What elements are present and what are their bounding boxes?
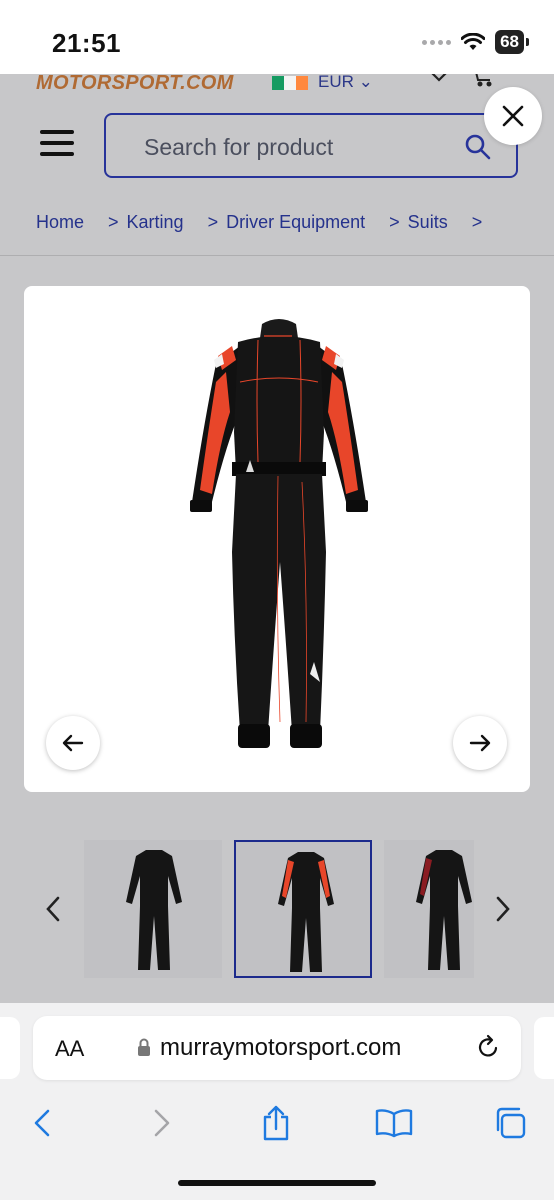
site-header-strip: MOTORSPORT.COM EUR ⌄ bbox=[0, 74, 554, 96]
thumbnail-next-icon[interactable] bbox=[490, 894, 514, 924]
race-suit-black-dark-red-thumbnail bbox=[416, 850, 472, 970]
reload-icon[interactable] bbox=[475, 1034, 501, 1060]
search-input[interactable]: Search for product bbox=[104, 113, 518, 178]
previous-tab-card[interactable] bbox=[0, 1017, 20, 1079]
thumbnail-carousel bbox=[0, 838, 554, 980]
thumbnail-1[interactable] bbox=[84, 840, 222, 978]
status-indicators: 68 bbox=[422, 30, 529, 54]
race-suit-black-thumbnail bbox=[126, 850, 182, 970]
browser-address-area: AA murraymotorsport.com bbox=[0, 1003, 554, 1091]
breadcrumb: Home > Karting > Driver Equipment > Suit… bbox=[36, 212, 490, 233]
breadcrumb-separator: > bbox=[389, 212, 400, 232]
text-size-button[interactable]: AA bbox=[55, 1036, 84, 1062]
close-gallery-button[interactable] bbox=[484, 87, 542, 145]
race-suit-black-red-thumbnail bbox=[278, 852, 334, 972]
breadcrumb-home[interactable]: Home bbox=[36, 212, 84, 233]
race-suit-image bbox=[190, 319, 368, 748]
arrow-right-icon bbox=[469, 734, 491, 752]
thumbnail-2-active[interactable] bbox=[234, 840, 372, 978]
bookmarks-button[interactable] bbox=[374, 1103, 414, 1143]
hamburger-menu-icon[interactable] bbox=[40, 130, 74, 160]
forward-button[interactable] bbox=[142, 1103, 182, 1143]
breadcrumb-suits[interactable]: Suits bbox=[408, 212, 448, 233]
url-text[interactable]: murraymotorsport.com bbox=[160, 1034, 401, 1062]
book-icon bbox=[375, 1109, 413, 1138]
next-image-button[interactable] bbox=[453, 716, 507, 770]
share-button[interactable] bbox=[256, 1103, 296, 1143]
site-logo[interactable]: MOTORSPORT.COM bbox=[36, 74, 234, 95]
breadcrumb-separator: > bbox=[471, 212, 483, 232]
cellular-signal-icon bbox=[422, 39, 452, 45]
status-time: 21:51 bbox=[52, 28, 121, 58]
breadcrumb-karting[interactable]: Karting bbox=[127, 212, 184, 233]
breadcrumb-separator: > bbox=[207, 212, 219, 232]
previous-image-button[interactable] bbox=[46, 716, 100, 770]
product-image-viewer[interactable] bbox=[24, 286, 530, 792]
breadcrumb-separator: > bbox=[108, 212, 119, 232]
status-bar: 21:51 68 bbox=[0, 0, 554, 74]
thumbnail-prev-icon[interactable] bbox=[42, 894, 66, 924]
currency-selector[interactable]: EUR ⌄ bbox=[318, 74, 373, 92]
back-button[interactable] bbox=[22, 1103, 62, 1143]
chevron-right-icon bbox=[154, 1109, 170, 1137]
arrow-left-icon bbox=[62, 734, 84, 752]
close-icon bbox=[502, 105, 524, 127]
next-tab-card[interactable] bbox=[534, 1017, 554, 1079]
heart-icon[interactable] bbox=[428, 74, 450, 88]
header-divider bbox=[0, 255, 554, 256]
ireland-flag-icon[interactable] bbox=[272, 76, 308, 90]
cart-icon[interactable] bbox=[470, 74, 496, 90]
share-icon bbox=[263, 1105, 289, 1141]
search-placeholder: Search for product bbox=[144, 134, 334, 160]
breadcrumb-driver-equipment[interactable]: Driver Equipment bbox=[226, 212, 365, 233]
chevron-left-icon bbox=[34, 1109, 50, 1137]
search-icon[interactable] bbox=[464, 133, 492, 161]
home-indicator[interactable] bbox=[178, 1180, 376, 1186]
tabs-icon bbox=[496, 1107, 526, 1139]
tabs-button[interactable] bbox=[490, 1103, 530, 1143]
address-bar[interactable]: AA murraymotorsport.com bbox=[33, 1016, 521, 1080]
wifi-icon bbox=[461, 33, 486, 50]
battery-icon: 68 bbox=[495, 30, 529, 54]
thumbnail-3[interactable] bbox=[384, 840, 474, 978]
lock-icon bbox=[138, 1038, 150, 1056]
